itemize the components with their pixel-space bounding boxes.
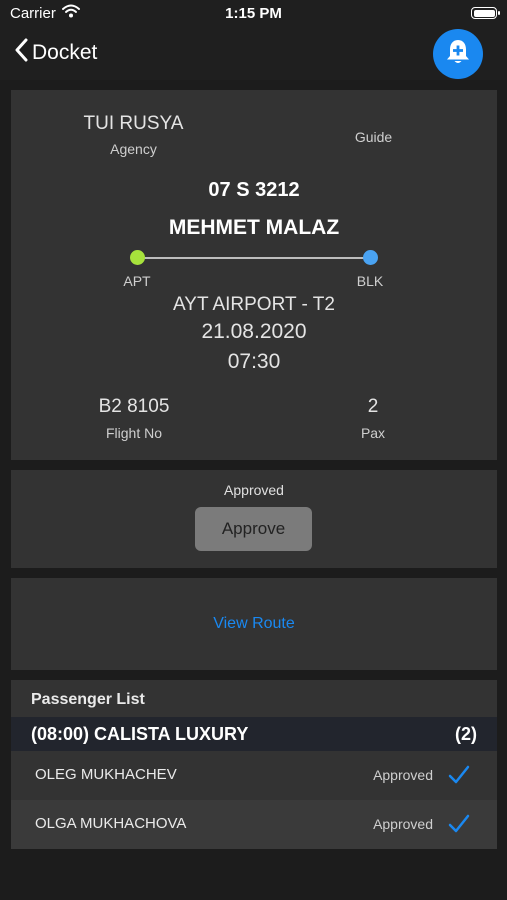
transfer-date: 21.08.2020 [201, 320, 307, 343]
checkmark-icon [448, 813, 470, 840]
checkmark-icon [448, 764, 470, 791]
agency-label: Agency [110, 141, 157, 157]
route-start-dot [130, 250, 145, 265]
hotel-name: (08:00) CALISTA LUXURY [31, 724, 249, 744]
view-route-link[interactable]: View Route [11, 615, 497, 633]
docket-info-card: TUI RUSYA Agency Guide 07 S 3212 MEHMET … [11, 90, 497, 460]
bell-plus-icon [443, 37, 473, 72]
chevron-left-icon [14, 38, 28, 67]
route-end-dot [363, 250, 378, 265]
route-to-label: BLK [356, 273, 384, 289]
hotel-header: (08:00) CALISTA LUXURY (2) [11, 717, 497, 751]
add-notification-button[interactable] [433, 29, 483, 79]
status-bar: Carrier 1:15 PM [0, 0, 507, 28]
passenger-row[interactable]: OLEG MUKHACHEV Approved [11, 751, 497, 800]
hotel-passenger-count: (2) [455, 724, 477, 744]
passenger-list-title: Passenger List [31, 691, 145, 708]
route-card: View Route [11, 578, 497, 670]
route-line [137, 257, 371, 259]
flight-number-label: Flight No [105, 425, 163, 441]
driver-name: MEHMET MALAZ [168, 216, 340, 239]
pickup-location: AYT AIRPORT - T2 [173, 294, 335, 315]
nav-bar: Docket [0, 28, 507, 80]
pax-count: 2 [367, 396, 379, 417]
transfer-time: 07:30 [227, 350, 281, 373]
agency-value: TUI RUSYA [83, 113, 184, 134]
passenger-name: OLGA MUKHACHOVA [35, 815, 187, 832]
approve-button[interactable]: Approve [195, 507, 312, 551]
passenger-status: Approved [373, 816, 433, 832]
guide-label: Guide [354, 129, 393, 145]
battery-icon [471, 7, 500, 19]
vehicle-plate: 07 S 3212 [208, 179, 300, 201]
passenger-name: OLEG MUKHACHEV [35, 766, 177, 783]
approval-card: Approved Approve [11, 470, 497, 568]
docket-page: TUI RUSYA Agency Guide 07 S 3212 MEHMET … [0, 80, 507, 900]
back-button[interactable]: Docket [14, 38, 97, 67]
passenger-row[interactable]: OLGA MUKHACHOVA Approved [11, 800, 497, 849]
clock: 1:15 PM [225, 5, 282, 22]
pax-label: Pax [360, 425, 386, 441]
approval-status: Approved [224, 482, 284, 498]
passenger-status: Approved [373, 767, 433, 783]
flight-number: B2 8105 [98, 396, 170, 417]
back-label: Docket [32, 40, 98, 64]
passenger-list-card: Passenger List (08:00) CALISTA LUXURY (2… [11, 680, 497, 849]
route-from-label: APT [123, 273, 151, 289]
